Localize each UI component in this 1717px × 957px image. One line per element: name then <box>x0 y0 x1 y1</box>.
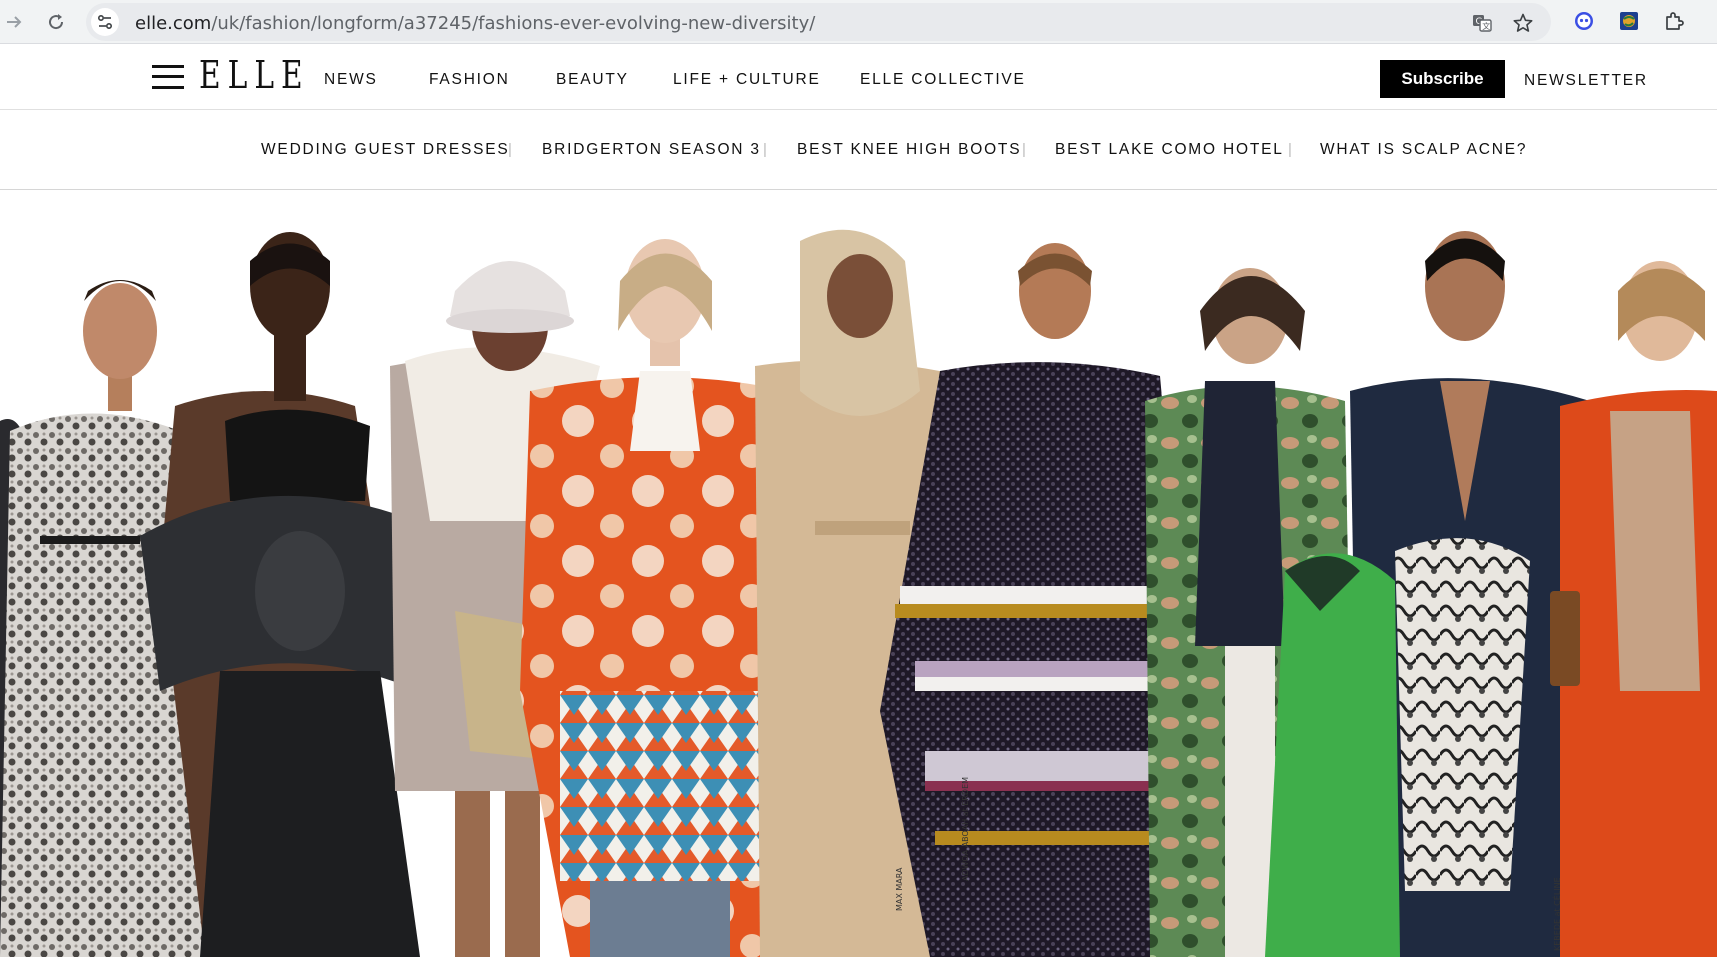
newsletter-link[interactable]: NEWSLETTER <box>1524 72 1648 90</box>
hero-models-illustration: ADWOA ABOAH at ERDEM MAX MARA KEBEDE at … <box>0 229 1717 957</box>
browser-toolbar: elle.com/uk/fashion/longform/a37245/fash… <box>0 0 1717 44</box>
trending-item-bridgerton[interactable]: BRIDGERTON SEASON 3 <box>542 141 761 159</box>
trending-separator: | <box>1288 141 1292 158</box>
svg-text:文: 文 <box>1482 21 1490 31</box>
trending-item-wedding-guest-dresses[interactable]: WEDDING GUEST DRESSES <box>261 141 510 159</box>
url-host: elle.com <box>135 13 212 34</box>
elle-logo[interactable]: ELLE <box>199 53 310 97</box>
model-navy-suit-green-blanket: KEBEDE at CÉLINE <box>1265 231 1590 957</box>
site-info-icon[interactable] <box>91 8 119 36</box>
hero-image: ADWOA ABOAH at ERDEM MAX MARA KEBEDE at … <box>0 191 1717 957</box>
url-text[interactable]: elle.com/uk/fashion/longform/a37245/fash… <box>135 13 815 34</box>
nav-life-culture[interactable]: LIFE + CULTURE <box>673 71 821 89</box>
trending-bar: WEDDING GUEST DRESSES | BRIDGERTON SEASO… <box>0 110 1717 190</box>
trending-item-lake-como-hotel[interactable]: BEST LAKE COMO HOTEL <box>1055 141 1284 159</box>
trending-separator: | <box>763 141 767 158</box>
trending-separator: | <box>508 141 512 158</box>
nav-elle-collective[interactable]: ELLE COLLECTIVE <box>860 71 1026 89</box>
subscribe-button[interactable]: Subscribe <box>1380 60 1505 98</box>
reload-icon[interactable] <box>42 8 70 36</box>
model-orange-suit <box>1550 261 1717 957</box>
caption-adwoa-aboah: ADWOA ABOAH at ERDEM <box>961 777 970 881</box>
nav-beauty[interactable]: BEAUTY <box>556 71 629 89</box>
extension-face-icon[interactable] <box>1572 9 1596 33</box>
nav-fashion[interactable]: FASHION <box>429 71 510 89</box>
address-bar[interactable]: elle.com/uk/fashion/longform/a37245/fash… <box>86 3 1551 41</box>
nav-news[interactable]: NEWS <box>324 71 378 89</box>
trending-item-scalp-acne[interactable]: WHAT IS SCALP ACNE? <box>1320 141 1527 159</box>
trending-item-knee-high-boots[interactable]: BEST KNEE HIGH BOOTS <box>797 141 1021 159</box>
translate-icon[interactable]: G 文 <box>1470 11 1494 35</box>
trending-separator: | <box>1022 141 1026 158</box>
extensions-puzzle-icon[interactable] <box>1662 9 1686 33</box>
menu-hamburger-icon[interactable] <box>152 63 184 91</box>
caption-max-mara: MAX MARA <box>895 867 904 911</box>
site-header: ELLE NEWS FASHION BEAUTY LIFE + CULTURE … <box>0 44 1717 110</box>
forward-arrow-icon[interactable] <box>0 8 28 36</box>
extension-globe-icon[interactable] <box>1617 9 1641 33</box>
bookmark-star-icon[interactable] <box>1511 11 1535 35</box>
url-path: /uk/fashion/longform/a37245/fashions-eve… <box>211 13 816 34</box>
